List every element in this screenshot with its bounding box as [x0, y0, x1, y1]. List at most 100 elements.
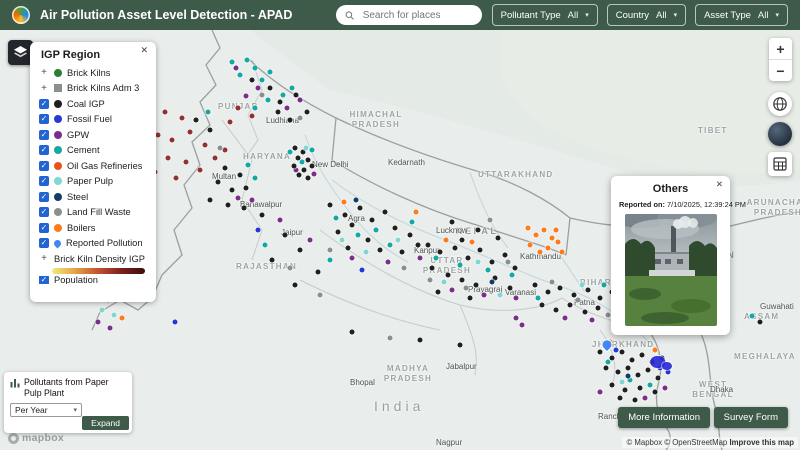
mapbox-attribution-link[interactable]: © Mapbox — [626, 438, 662, 447]
map-marker[interactable] — [277, 99, 283, 105]
map-marker[interactable] — [99, 307, 105, 313]
map-marker[interactable] — [301, 167, 307, 173]
map-marker[interactable] — [485, 267, 491, 273]
map-marker[interactable] — [342, 212, 348, 218]
map-marker[interactable] — [311, 171, 317, 177]
map-marker[interactable] — [629, 357, 635, 363]
map-marker[interactable] — [309, 147, 315, 153]
map-marker[interactable] — [525, 225, 531, 231]
map-marker[interactable] — [249, 197, 255, 203]
map-marker[interactable] — [489, 259, 495, 265]
map-marker[interactable] — [382, 209, 388, 215]
map-marker[interactable] — [652, 347, 658, 353]
map-marker[interactable] — [757, 319, 763, 325]
legend-item-brick-kilns[interactable]: + Brick Kilns — [39, 65, 147, 81]
search-input[interactable] — [360, 8, 473, 22]
map-marker[interactable] — [617, 395, 623, 401]
map-marker[interactable] — [613, 347, 619, 353]
map-marker[interactable] — [595, 305, 601, 311]
map-marker[interactable] — [475, 227, 481, 233]
map-marker[interactable] — [359, 267, 365, 273]
expand-button[interactable]: Expand — [82, 415, 129, 430]
map-marker[interactable] — [597, 295, 603, 301]
map-marker[interactable] — [469, 239, 475, 245]
map-marker[interactable] — [553, 307, 559, 313]
map-marker[interactable] — [452, 245, 458, 251]
map-marker[interactable] — [399, 249, 405, 255]
map-marker[interactable] — [292, 145, 298, 151]
map-canvas[interactable]: PUNJABHARYANARAJASTHANHIMACHAL PRADESHUT… — [0, 30, 800, 450]
map-marker[interactable] — [665, 369, 671, 375]
map-marker[interactable] — [275, 109, 281, 115]
map-marker[interactable] — [603, 365, 609, 371]
map-marker[interactable] — [545, 245, 551, 251]
map-marker[interactable] — [193, 117, 199, 123]
map-marker[interactable] — [207, 197, 213, 203]
map-marker[interactable] — [377, 247, 383, 253]
map-marker[interactable] — [222, 165, 228, 171]
legend-item-boilers[interactable]: ✓ Boilers — [39, 220, 147, 236]
map-marker[interactable] — [435, 289, 441, 295]
map-marker[interactable] — [267, 69, 273, 75]
map-marker[interactable] — [287, 265, 293, 271]
map-marker[interactable] — [539, 302, 545, 308]
map-marker[interactable] — [297, 247, 303, 253]
map-marker[interactable] — [339, 237, 345, 243]
map-marker[interactable] — [457, 262, 463, 268]
map-marker[interactable] — [165, 155, 171, 161]
map-marker[interactable] — [605, 312, 611, 318]
map-marker[interactable] — [162, 109, 168, 115]
legend-item-brick-kilns-adm-3[interactable]: + Brick Kilns Adm 3 — [39, 81, 147, 97]
expand-plus-icon[interactable]: + — [39, 253, 49, 264]
map-marker[interactable] — [467, 295, 473, 301]
map-marker[interactable] — [107, 325, 113, 331]
map-marker[interactable] — [111, 312, 117, 318]
map-marker[interactable] — [341, 199, 347, 205]
map-marker[interactable] — [495, 235, 501, 241]
map-marker[interactable] — [449, 287, 455, 293]
map-marker[interactable] — [225, 202, 231, 208]
map-marker[interactable] — [287, 149, 293, 155]
expand-plus-icon[interactable]: + — [39, 83, 49, 94]
checkbox-checked[interactable]: ✓ — [39, 160, 49, 171]
map-marker[interactable] — [365, 237, 371, 243]
map-marker[interactable] — [579, 282, 585, 288]
map-marker[interactable] — [309, 163, 315, 169]
map-marker[interactable] — [497, 292, 503, 298]
map-marker[interactable] — [387, 335, 393, 341]
map-marker[interactable] — [277, 217, 283, 223]
filter-value[interactable]: All — [656, 10, 667, 21]
popup-close-icon[interactable]: ✕ — [716, 179, 723, 190]
checkbox-checked[interactable]: ✓ — [39, 238, 49, 249]
map-marker[interactable] — [477, 247, 483, 253]
map-marker[interactable] — [363, 249, 369, 255]
map-marker[interactable] — [373, 227, 379, 233]
checkbox-checked[interactable]: ✓ — [39, 207, 49, 218]
map-marker[interactable] — [296, 172, 302, 178]
filter-value[interactable]: All — [758, 10, 769, 21]
map-marker[interactable] — [333, 215, 339, 221]
checkbox-checked[interactable]: ✓ — [39, 145, 49, 156]
map-marker[interactable] — [553, 227, 559, 233]
map-marker[interactable] — [245, 162, 251, 168]
map-marker[interactable] — [537, 249, 543, 255]
map-marker[interactable] — [505, 259, 511, 265]
mapbox-logo[interactable]: mapbox — [8, 432, 64, 444]
map-marker[interactable] — [425, 242, 431, 248]
map-marker[interactable] — [409, 219, 415, 225]
map-marker[interactable] — [533, 232, 539, 238]
map-marker[interactable] — [441, 279, 447, 285]
map-marker[interactable] — [227, 119, 233, 125]
map-marker[interactable] — [235, 195, 241, 201]
legend-item-coal-igp[interactable]: ✓ Coal IGP — [39, 96, 147, 112]
map-marker[interactable] — [427, 277, 433, 283]
map-marker[interactable] — [243, 185, 249, 191]
map-marker[interactable] — [327, 257, 333, 263]
map-marker[interactable] — [417, 337, 423, 343]
map-marker[interactable] — [582, 309, 588, 315]
map-marker[interactable] — [509, 272, 515, 278]
map-marker[interactable] — [349, 329, 355, 335]
map-marker[interactable] — [265, 97, 271, 103]
map-marker[interactable] — [637, 385, 643, 391]
checkbox-checked[interactable]: ✓ — [39, 275, 49, 284]
